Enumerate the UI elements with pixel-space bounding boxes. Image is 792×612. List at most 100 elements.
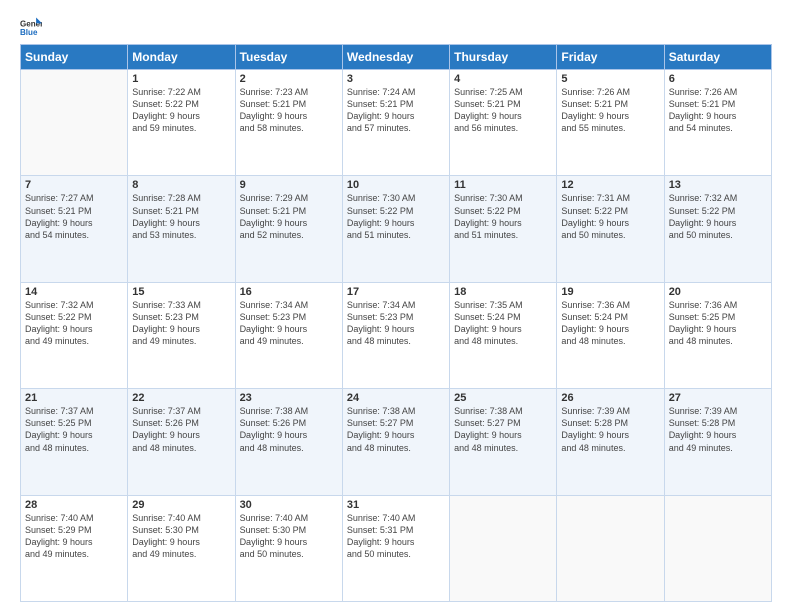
weekday-header-sunday: Sunday (21, 45, 128, 70)
calendar-cell: 5Sunrise: 7:26 AM Sunset: 5:21 PM Daylig… (557, 70, 664, 176)
calendar-cell: 21Sunrise: 7:37 AM Sunset: 5:25 PM Dayli… (21, 389, 128, 495)
calendar-cell: 10Sunrise: 7:30 AM Sunset: 5:22 PM Dayli… (342, 176, 449, 282)
calendar-body: 1Sunrise: 7:22 AM Sunset: 5:22 PM Daylig… (21, 70, 772, 602)
calendar-cell (664, 495, 771, 601)
day-info: Sunrise: 7:38 AM Sunset: 5:27 PM Dayligh… (454, 405, 552, 454)
day-info: Sunrise: 7:34 AM Sunset: 5:23 PM Dayligh… (240, 299, 338, 348)
calendar-cell: 13Sunrise: 7:32 AM Sunset: 5:22 PM Dayli… (664, 176, 771, 282)
calendar-cell: 8Sunrise: 7:28 AM Sunset: 5:21 PM Daylig… (128, 176, 235, 282)
day-info: Sunrise: 7:36 AM Sunset: 5:24 PM Dayligh… (561, 299, 659, 348)
day-info: Sunrise: 7:22 AM Sunset: 5:22 PM Dayligh… (132, 86, 230, 135)
calendar-cell: 25Sunrise: 7:38 AM Sunset: 5:27 PM Dayli… (450, 389, 557, 495)
day-number: 26 (561, 392, 659, 404)
calendar-cell: 29Sunrise: 7:40 AM Sunset: 5:30 PM Dayli… (128, 495, 235, 601)
calendar-cell: 6Sunrise: 7:26 AM Sunset: 5:21 PM Daylig… (664, 70, 771, 176)
day-number: 5 (561, 73, 659, 85)
day-info: Sunrise: 7:40 AM Sunset: 5:31 PM Dayligh… (347, 512, 445, 561)
day-number: 14 (25, 286, 123, 298)
logo-icon: General Blue (20, 16, 42, 38)
day-info: Sunrise: 7:29 AM Sunset: 5:21 PM Dayligh… (240, 192, 338, 241)
calendar-cell: 27Sunrise: 7:39 AM Sunset: 5:28 PM Dayli… (664, 389, 771, 495)
weekday-header-thursday: Thursday (450, 45, 557, 70)
calendar-cell: 1Sunrise: 7:22 AM Sunset: 5:22 PM Daylig… (128, 70, 235, 176)
calendar: SundayMondayTuesdayWednesdayThursdayFrid… (20, 44, 772, 602)
logo: General Blue (20, 16, 46, 38)
day-info: Sunrise: 7:31 AM Sunset: 5:22 PM Dayligh… (561, 192, 659, 241)
weekday-header-wednesday: Wednesday (342, 45, 449, 70)
day-number: 1 (132, 73, 230, 85)
day-info: Sunrise: 7:38 AM Sunset: 5:26 PM Dayligh… (240, 405, 338, 454)
day-info: Sunrise: 7:38 AM Sunset: 5:27 PM Dayligh… (347, 405, 445, 454)
day-info: Sunrise: 7:26 AM Sunset: 5:21 PM Dayligh… (669, 86, 767, 135)
calendar-cell: 11Sunrise: 7:30 AM Sunset: 5:22 PM Dayli… (450, 176, 557, 282)
calendar-cell: 17Sunrise: 7:34 AM Sunset: 5:23 PM Dayli… (342, 282, 449, 388)
calendar-cell: 14Sunrise: 7:32 AM Sunset: 5:22 PM Dayli… (21, 282, 128, 388)
day-info: Sunrise: 7:36 AM Sunset: 5:25 PM Dayligh… (669, 299, 767, 348)
weekday-header-friday: Friday (557, 45, 664, 70)
calendar-cell (21, 70, 128, 176)
day-number: 10 (347, 179, 445, 191)
calendar-cell: 23Sunrise: 7:38 AM Sunset: 5:26 PM Dayli… (235, 389, 342, 495)
day-number: 4 (454, 73, 552, 85)
svg-text:Blue: Blue (20, 28, 38, 37)
calendar-cell (450, 495, 557, 601)
day-number: 7 (25, 179, 123, 191)
day-info: Sunrise: 7:35 AM Sunset: 5:24 PM Dayligh… (454, 299, 552, 348)
calendar-cell: 18Sunrise: 7:35 AM Sunset: 5:24 PM Dayli… (450, 282, 557, 388)
day-info: Sunrise: 7:26 AM Sunset: 5:21 PM Dayligh… (561, 86, 659, 135)
calendar-cell: 3Sunrise: 7:24 AM Sunset: 5:21 PM Daylig… (342, 70, 449, 176)
day-number: 21 (25, 392, 123, 404)
day-info: Sunrise: 7:39 AM Sunset: 5:28 PM Dayligh… (669, 405, 767, 454)
day-info: Sunrise: 7:33 AM Sunset: 5:23 PM Dayligh… (132, 299, 230, 348)
calendar-cell: 28Sunrise: 7:40 AM Sunset: 5:29 PM Dayli… (21, 495, 128, 601)
calendar-cell: 30Sunrise: 7:40 AM Sunset: 5:30 PM Dayli… (235, 495, 342, 601)
day-info: Sunrise: 7:34 AM Sunset: 5:23 PM Dayligh… (347, 299, 445, 348)
calendar-cell: 7Sunrise: 7:27 AM Sunset: 5:21 PM Daylig… (21, 176, 128, 282)
day-info: Sunrise: 7:40 AM Sunset: 5:30 PM Dayligh… (132, 512, 230, 561)
day-info: Sunrise: 7:23 AM Sunset: 5:21 PM Dayligh… (240, 86, 338, 135)
calendar-cell: 15Sunrise: 7:33 AM Sunset: 5:23 PM Dayli… (128, 282, 235, 388)
week-row-4: 21Sunrise: 7:37 AM Sunset: 5:25 PM Dayli… (21, 389, 772, 495)
header: General Blue (20, 16, 772, 38)
weekday-header-monday: Monday (128, 45, 235, 70)
day-info: Sunrise: 7:40 AM Sunset: 5:29 PM Dayligh… (25, 512, 123, 561)
week-row-1: 1Sunrise: 7:22 AM Sunset: 5:22 PM Daylig… (21, 70, 772, 176)
day-number: 25 (454, 392, 552, 404)
day-number: 15 (132, 286, 230, 298)
calendar-header: SundayMondayTuesdayWednesdayThursdayFrid… (21, 45, 772, 70)
day-info: Sunrise: 7:27 AM Sunset: 5:21 PM Dayligh… (25, 192, 123, 241)
day-number: 9 (240, 179, 338, 191)
calendar-cell: 20Sunrise: 7:36 AM Sunset: 5:25 PM Dayli… (664, 282, 771, 388)
calendar-cell: 4Sunrise: 7:25 AM Sunset: 5:21 PM Daylig… (450, 70, 557, 176)
day-number: 23 (240, 392, 338, 404)
calendar-cell: 9Sunrise: 7:29 AM Sunset: 5:21 PM Daylig… (235, 176, 342, 282)
day-number: 6 (669, 73, 767, 85)
day-info: Sunrise: 7:25 AM Sunset: 5:21 PM Dayligh… (454, 86, 552, 135)
day-info: Sunrise: 7:37 AM Sunset: 5:25 PM Dayligh… (25, 405, 123, 454)
calendar-cell: 24Sunrise: 7:38 AM Sunset: 5:27 PM Dayli… (342, 389, 449, 495)
day-info: Sunrise: 7:39 AM Sunset: 5:28 PM Dayligh… (561, 405, 659, 454)
calendar-cell: 16Sunrise: 7:34 AM Sunset: 5:23 PM Dayli… (235, 282, 342, 388)
calendar-cell (557, 495, 664, 601)
day-info: Sunrise: 7:32 AM Sunset: 5:22 PM Dayligh… (25, 299, 123, 348)
day-info: Sunrise: 7:28 AM Sunset: 5:21 PM Dayligh… (132, 192, 230, 241)
week-row-5: 28Sunrise: 7:40 AM Sunset: 5:29 PM Dayli… (21, 495, 772, 601)
day-info: Sunrise: 7:32 AM Sunset: 5:22 PM Dayligh… (669, 192, 767, 241)
week-row-3: 14Sunrise: 7:32 AM Sunset: 5:22 PM Dayli… (21, 282, 772, 388)
day-number: 12 (561, 179, 659, 191)
day-number: 24 (347, 392, 445, 404)
calendar-cell: 12Sunrise: 7:31 AM Sunset: 5:22 PM Dayli… (557, 176, 664, 282)
calendar-cell: 26Sunrise: 7:39 AM Sunset: 5:28 PM Dayli… (557, 389, 664, 495)
day-info: Sunrise: 7:30 AM Sunset: 5:22 PM Dayligh… (454, 192, 552, 241)
day-number: 27 (669, 392, 767, 404)
day-number: 13 (669, 179, 767, 191)
day-number: 19 (561, 286, 659, 298)
day-info: Sunrise: 7:37 AM Sunset: 5:26 PM Dayligh… (132, 405, 230, 454)
day-number: 8 (132, 179, 230, 191)
calendar-cell: 19Sunrise: 7:36 AM Sunset: 5:24 PM Dayli… (557, 282, 664, 388)
day-number: 30 (240, 499, 338, 511)
day-number: 3 (347, 73, 445, 85)
day-info: Sunrise: 7:24 AM Sunset: 5:21 PM Dayligh… (347, 86, 445, 135)
day-number: 29 (132, 499, 230, 511)
day-number: 22 (132, 392, 230, 404)
